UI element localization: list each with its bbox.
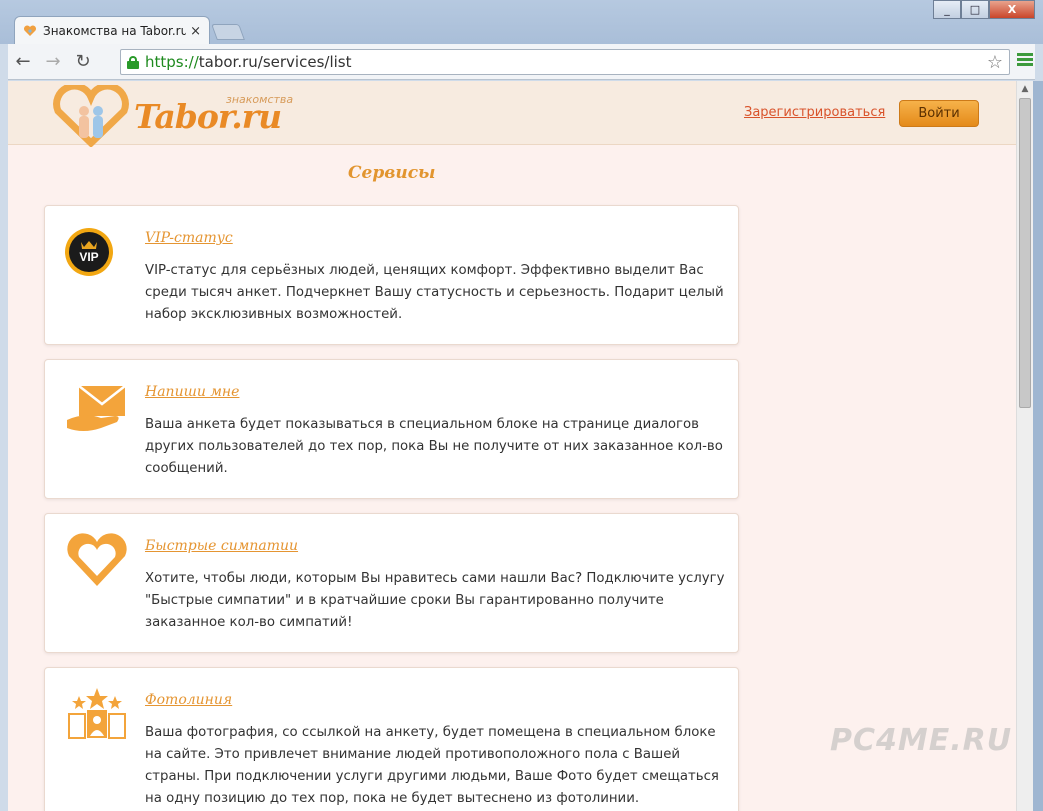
page-title: Сервисы [348, 163, 436, 183]
service-card-vip: VIP VIP-статус VIP-статус для серьёзных … [44, 205, 739, 345]
svg-text:VIP: VIP [79, 250, 98, 264]
tab-close-icon[interactable]: × [190, 24, 201, 39]
back-button[interactable]: ← [8, 47, 38, 77]
register-link[interactable]: Зарегистрироваться [744, 105, 885, 120]
service-description: Хотите, чтобы люди, которым Вы нравитесь… [145, 571, 725, 630]
service-card-quick-likes: Быстрые симпатии Хотите, чтобы люди, кот… [44, 513, 739, 653]
service-name[interactable]: Фотолиния [145, 692, 232, 708]
service-name[interactable]: VIP-статус [145, 230, 233, 246]
photo-stars-icon [68, 688, 126, 739]
page-viewport: знакомства Tabor.ru Зарегистрироваться В… [8, 81, 1016, 811]
service-description: VIP-статус для серьёзных людей, ценящих … [145, 263, 724, 322]
heart-icon [67, 533, 127, 586]
browser-menu-icon[interactable] [1017, 53, 1033, 68]
vip-badge-icon: VIP [65, 228, 113, 276]
browser-window: Знакомства на Tabor.ru - × _ □ X ← → ↻ h… [0, 0, 1043, 811]
service-name[interactable]: Напиши мне [145, 384, 239, 400]
url-scheme: https:// [145, 53, 199, 71]
service-description: Ваша анкета будет показываться в специал… [145, 417, 723, 476]
service-name[interactable]: Быстрые симпатии [145, 538, 298, 554]
browser-toolbar: ← → ↻ https:// tabor.ru/services/list ☆ [8, 44, 1035, 80]
site-header: знакомства Tabor.ru Зарегистрироваться В… [8, 81, 1016, 147]
lock-icon [127, 55, 139, 69]
login-button[interactable]: Войти [899, 100, 979, 127]
minimize-button[interactable]: _ [933, 0, 961, 19]
new-tab-button[interactable] [211, 24, 245, 40]
address-bar[interactable]: https:// tabor.ru/services/list ☆ [120, 49, 1010, 75]
site-logo[interactable]: знакомства Tabor.ru [50, 83, 293, 147]
reload-button[interactable]: ↻ [68, 47, 98, 77]
window-edge [1033, 81, 1043, 811]
bookmark-star-icon[interactable]: ☆ [987, 52, 1003, 73]
window-controls: _ □ X [933, 0, 1035, 19]
title-bar: Знакомства на Tabor.ru - × _ □ X [0, 0, 1043, 45]
browser-tab[interactable]: Знакомства на Tabor.ru - × [14, 16, 210, 45]
forward-button[interactable]: → [38, 47, 68, 77]
url-path: tabor.ru/services/list [198, 53, 352, 71]
logo-heart-icon [53, 85, 129, 147]
favicon-heart-icon [23, 24, 37, 38]
service-description: Ваша фотография, со ссылкой на анкету, б… [145, 725, 719, 806]
scrollbar-thumb[interactable] [1019, 98, 1031, 408]
vertical-scrollbar[interactable]: ▲ [1016, 81, 1033, 811]
scroll-up-icon[interactable]: ▲ [1017, 81, 1033, 98]
maximize-button[interactable]: □ [961, 0, 989, 19]
envelope-hand-icon [67, 385, 126, 431]
tab-title: Знакомства на Tabor.ru - [43, 24, 187, 38]
service-card-photoline: Фотолиния Ваша фотография, со ссылкой на… [44, 667, 739, 811]
logo-text: Tabor.ru [134, 97, 282, 136]
watermark: PC4ME.RU [830, 723, 1013, 758]
close-window-button[interactable]: X [989, 0, 1035, 19]
service-card-write-me: Напиши мне Ваша анкета будет показыватьс… [44, 359, 739, 499]
